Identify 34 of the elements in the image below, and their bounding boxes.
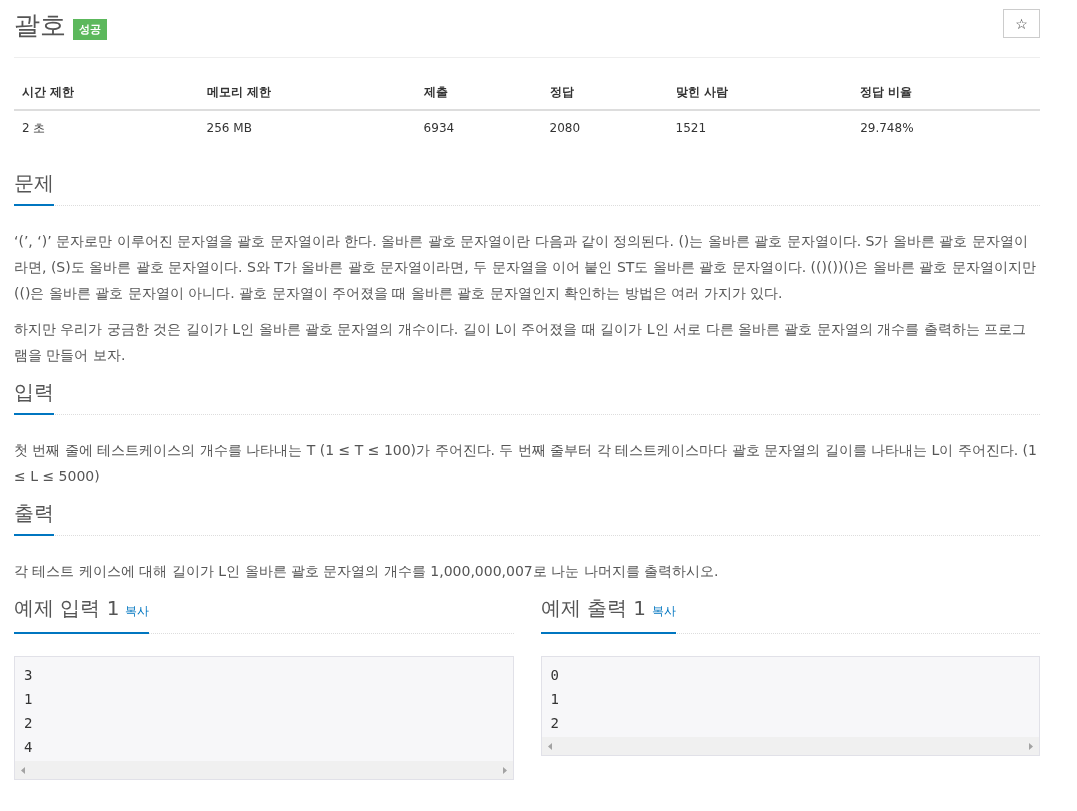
- column-header: 메모리 제한: [198, 75, 416, 110]
- problem-title: 괄호: [14, 9, 66, 42]
- table-cell: 29.748%: [852, 110, 1040, 145]
- copy-link[interactable]: 복사: [125, 598, 150, 624]
- column-header: 제출: [415, 75, 542, 110]
- horizontal-scrollbar[interactable]: [541, 737, 1039, 755]
- right-arrow-icon[interactable]: [1029, 742, 1033, 750]
- table-cell: 2 초: [14, 110, 199, 145]
- section-heading: 문제: [14, 171, 54, 195]
- column-header: 맞힌 사람: [667, 75, 853, 110]
- left-arrow-icon[interactable]: [547, 742, 552, 750]
- star-button[interactable]: ☆: [1003, 9, 1040, 38]
- sample-data-text: 3 1 2 4: [24, 666, 33, 757]
- section-paragraph: 각 테스트 케이스에 대해 길이가 L인 올바른 괄호 문자열의 개수를 1,000,000,007로 나눈 나머지를 출력하시오.: [14, 562, 720, 581]
- horizontal-scrollbar[interactable]: [15, 761, 513, 779]
- table-cell: 256 MB: [198, 110, 416, 145]
- status-badge: 성공: [73, 19, 107, 40]
- table-cell: 6934: [415, 110, 542, 145]
- sample-heading: 예제 입력 1: [14, 595, 120, 621]
- section-heading: 입력: [14, 380, 54, 404]
- section-paragraph: 하지만 우리가 궁금한 것은 길이가 L인 올바른 괄호 문자열의 개수이다. 길이 L이 주어졌을 때 길이가 L인 서로 다른 올바른 괄호 문자열의 개수를 출력하는 프로그램을 만들어 보자.: [14, 320, 1028, 365]
- sample-heading: 예제 출력 1: [540, 595, 646, 621]
- sample-data-text: 0 1 2: [550, 666, 559, 733]
- table-cell: 1521: [667, 110, 853, 145]
- column-header: 시간 제한: [14, 75, 199, 110]
- column-header: 정답 비율: [852, 75, 1040, 110]
- column-header: 정답: [541, 75, 668, 110]
- section-heading: 출력: [14, 501, 54, 525]
- right-arrow-icon[interactable]: [502, 766, 507, 774]
- section-paragraph: ‘(’, ‘)’ 문자로만 이루어진 문자열을 괄호 문자열이라 한다. 올바른 괄호 문자열이란 다음과 같이 정의된다. ()는 올바른 괄호 문자열이다. S가 올바른 괄호 문자열이라면, (S)도 올바른 괄호 문자열이다. S와 T가 올바른 괄호 문자열이라면, 두 문자열을 이어 붙인 ST도 올바른 괄호 문자열이다. (()())()은 올바른 괄호 문자열이지만 (()은 올바른 괄호 문자열이 아니다. 괄호 문자열이 주어졌을 때 올바른 괄호 문자열인지 확인하는 방법은 여러 가지가 있다.: [14, 232, 1037, 303]
- copy-link[interactable]: 복사: [651, 598, 676, 624]
- table-cell: 2080: [541, 110, 668, 145]
- left-arrow-icon[interactable]: [21, 766, 25, 774]
- section-paragraph: 첫 번째 줄에 테스트케이스의 개수를 나타내는 T (1 ≤ T ≤ 100)가 주어진다. 두 번째 줄부터 각 테스트케이스마다 괄호 문자열의 길이를 나타내는 L이 주어진다. (1 ≤ L ≤ 5000): [14, 441, 1038, 486]
